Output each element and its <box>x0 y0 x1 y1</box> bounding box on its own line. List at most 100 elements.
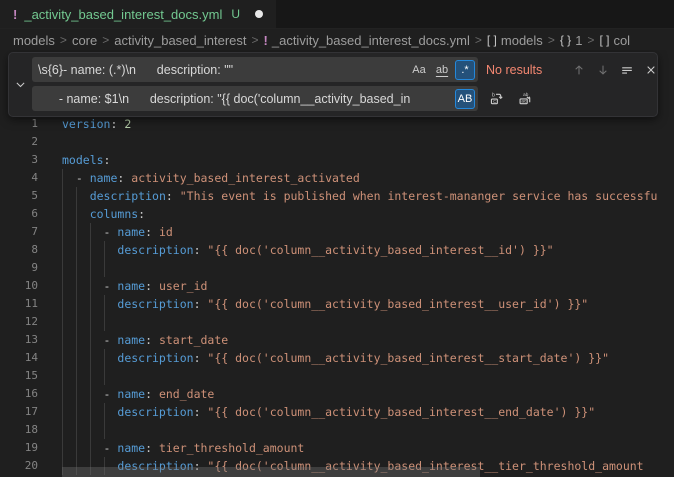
symbol-object-icon: { } <box>560 33 571 47</box>
chevron-down-icon <box>14 78 27 91</box>
breadcrumb-item-core[interactable]: core <box>72 33 97 48</box>
breadcrumb-item-symbol-models[interactable]: [ ] models <box>487 33 543 48</box>
code-line[interactable]: 15 <box>0 367 674 385</box>
replace-input[interactable]: - name: $1\n description: "{{ doc('colum… <box>32 86 478 111</box>
indent-guide <box>76 187 77 205</box>
code-text: description: "{{ doc('column__activity_b… <box>62 295 588 313</box>
whole-word-button[interactable]: ab <box>432 60 452 80</box>
tab-bar: ! _activity_based_interest_docs.yml U <box>0 0 674 29</box>
match-case-button[interactable]: Aa <box>409 60 429 80</box>
indent-guide <box>90 367 91 385</box>
code-line[interactable]: 18 <box>0 421 674 439</box>
indent-guide <box>62 349 63 367</box>
symbol-array-icon: [ ] <box>487 33 497 47</box>
indent-guide <box>90 313 91 331</box>
indent-guide <box>90 259 91 277</box>
indent-guide <box>76 331 77 349</box>
breadcrumb-item-symbol-1[interactable]: { } 1 <box>560 33 583 48</box>
indent-guide <box>104 241 105 259</box>
code-line[interactable]: 10 - name: user_id <box>0 277 674 295</box>
tab-activity-docs[interactable]: ! _activity_based_interest_docs.yml U <box>0 0 276 28</box>
code-text: models: <box>62 151 110 169</box>
replace-all-button[interactable]: ab ac <box>515 88 536 109</box>
indent-guide <box>76 259 77 277</box>
code-line[interactable]: 8 description: "{{ doc('column__activity… <box>0 241 674 259</box>
indent-guide <box>90 295 91 313</box>
code-line[interactable]: 5 description: "This event is published … <box>0 187 674 205</box>
indent-guide <box>76 421 77 439</box>
next-match-button[interactable] <box>592 59 613 80</box>
code-line[interactable]: 9 <box>0 259 674 277</box>
indent-guide <box>62 259 63 277</box>
code-line[interactable]: 11 description: "{{ doc('column__activit… <box>0 295 674 313</box>
line-number: 12 <box>0 313 38 331</box>
indent-guide <box>104 349 105 367</box>
indent-guide <box>76 277 77 295</box>
indent-guide <box>90 349 91 367</box>
code-line[interactable]: 7 - name: id <box>0 223 674 241</box>
code-text: columns: <box>62 205 145 223</box>
find-widget: \s{6}- name: (.*)\n description: "" Aa a… <box>8 52 658 117</box>
svg-text:b: b <box>492 93 495 99</box>
replace-button[interactable]: b c <box>486 88 507 109</box>
find-in-selection-button[interactable] <box>616 59 637 80</box>
line-number: 6 <box>0 205 38 223</box>
code-line[interactable]: 13 - name: start_date <box>0 331 674 349</box>
close-find-button[interactable] <box>640 59 661 80</box>
code-line[interactable]: 17 description: "{{ doc('column__activit… <box>0 403 674 421</box>
preserve-case-button[interactable]: AB <box>455 89 475 109</box>
regex-button[interactable]: .* <box>455 60 475 80</box>
breadcrumb-item-models[interactable]: models <box>13 33 55 48</box>
line-number: 4 <box>0 169 38 187</box>
indent-guide <box>76 385 77 403</box>
replace-value-text: - name: $1\n description: "{{ doc('colum… <box>38 92 455 106</box>
line-number: 20 <box>0 457 38 475</box>
breadcrumb-item-symbol-columns[interactable]: [ ] col <box>599 33 630 48</box>
indent-guide <box>76 349 77 367</box>
svg-text:ac: ac <box>521 99 527 104</box>
svg-text:ab: ab <box>523 92 529 97</box>
breadcrumb-item-file[interactable]: ! _activity_based_interest_docs.yml <box>264 33 470 48</box>
code-line[interactable]: 14 description: "{{ doc('column__activit… <box>0 349 674 367</box>
indent-guide <box>62 169 63 187</box>
indent-guide <box>62 295 63 313</box>
code-line[interactable]: 16 - name: end_date <box>0 385 674 403</box>
code-line[interactable]: 4 - name: activity_based_interest_activa… <box>0 169 674 187</box>
code-line[interactable]: 3models: <box>0 151 674 169</box>
results-count: No results <box>486 63 560 77</box>
indent-guide <box>76 295 77 313</box>
indent-guide <box>62 439 63 457</box>
find-input[interactable]: \s{6}- name: (.*)\n description: "" Aa a… <box>32 57 478 82</box>
indent-guide <box>104 367 105 385</box>
code-line[interactable]: 19 - name: tier_threshold_amount <box>0 439 674 457</box>
code-text: description: "{{ doc('column__activity_b… <box>62 349 609 367</box>
code-text: description: "This event is published wh… <box>62 187 657 205</box>
breadcrumb-item-activity-based-interest[interactable]: activity_based_interest <box>114 33 246 48</box>
breadcrumb-separator: > <box>60 33 67 47</box>
code-line[interactable]: 2 <box>0 133 674 151</box>
horizontal-scrollbar[interactable] <box>62 467 480 477</box>
toggle-replace-button[interactable] <box>9 57 32 111</box>
indent-guide <box>62 421 63 439</box>
yaml-file-icon: ! <box>13 7 17 22</box>
indent-guide <box>62 313 63 331</box>
svg-text:c: c <box>493 99 496 105</box>
code-text: - name: user_id <box>62 277 207 295</box>
code-text: - name: start_date <box>62 331 228 349</box>
modified-dot[interactable] <box>255 10 263 18</box>
code-text: version: 2 <box>62 115 131 133</box>
previous-match-button[interactable] <box>568 59 589 80</box>
indent-guide <box>62 277 63 295</box>
indent-guide <box>90 241 91 259</box>
indent-guide <box>76 241 77 259</box>
indent-guide <box>76 223 77 241</box>
selection-filter-icon <box>620 63 634 77</box>
line-number: 16 <box>0 385 38 403</box>
breadcrumb-separator: > <box>475 33 482 47</box>
code-line[interactable]: 6 columns: <box>0 205 674 223</box>
indent-guide <box>90 403 91 421</box>
line-number: 5 <box>0 187 38 205</box>
code-line[interactable]: 12 <box>0 313 674 331</box>
code-line[interactable]: 1version: 2 <box>0 115 674 133</box>
line-number: 19 <box>0 439 38 457</box>
